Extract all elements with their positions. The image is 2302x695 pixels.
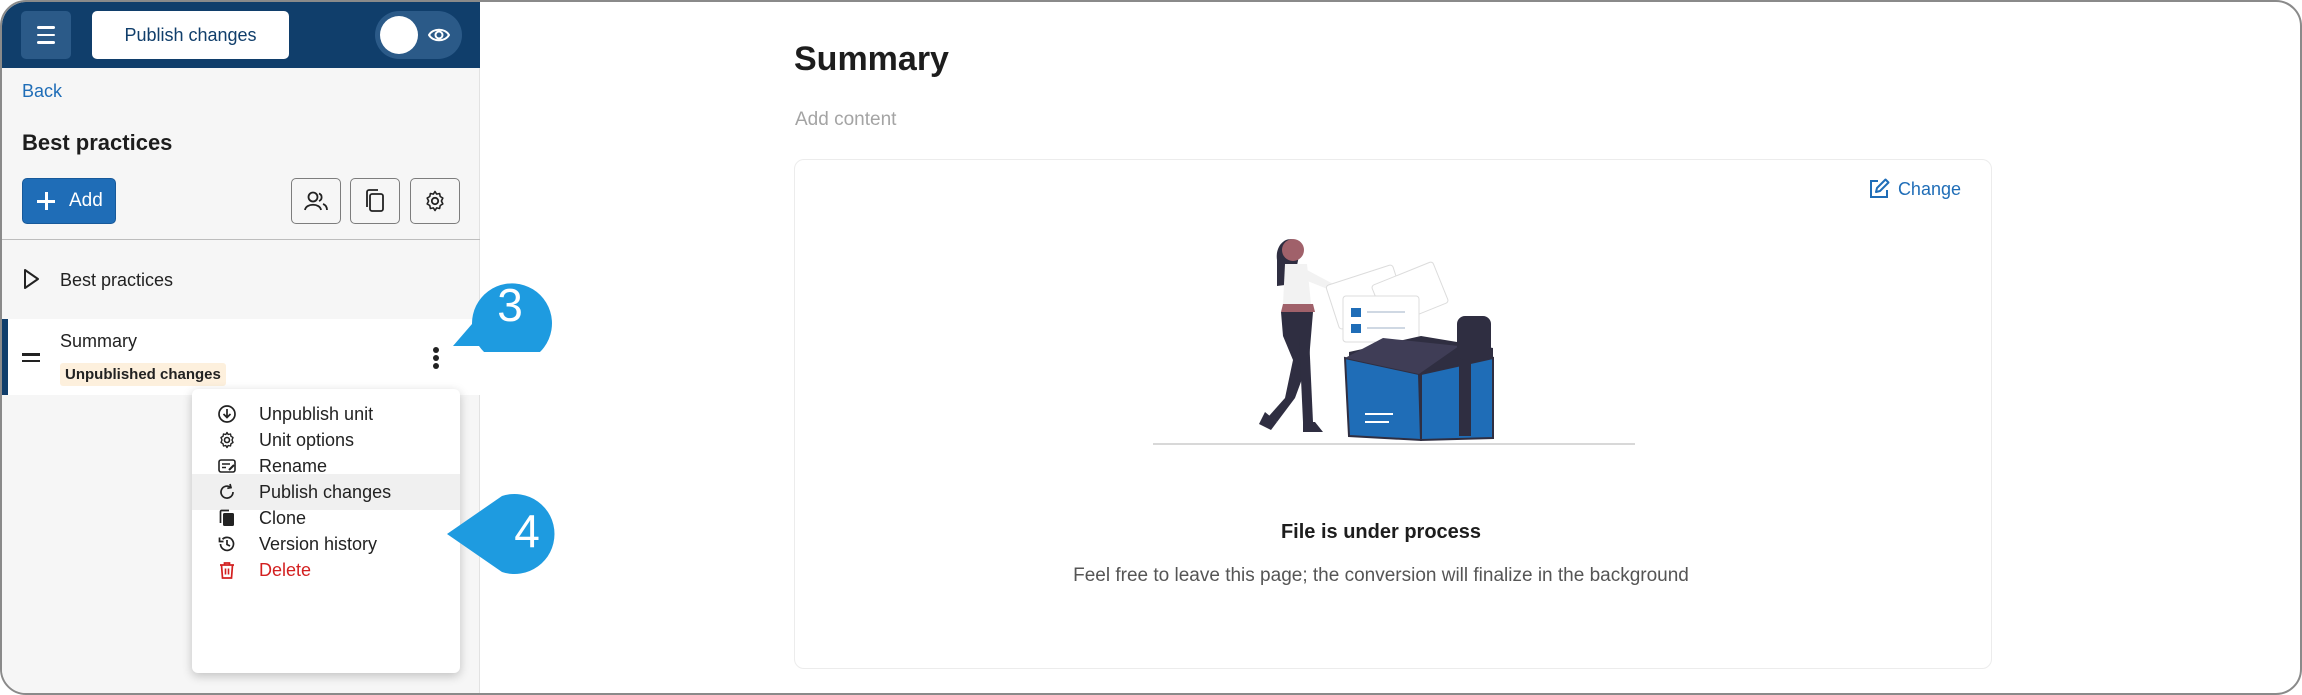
callout-number: 3 (497, 279, 523, 331)
unit-name: Summary (60, 331, 138, 351)
publish-changes-button[interactable]: Publish changes (92, 11, 289, 59)
history-icon (218, 536, 235, 552)
settings-button[interactable] (410, 178, 460, 224)
copy-icon (366, 189, 384, 212)
callout-step-3: 3 (432, 264, 552, 364)
add-content-placeholder[interactable]: Add content (795, 109, 896, 131)
add-button[interactable]: Add (22, 178, 116, 224)
processing-title: File is under process (1280, 521, 1482, 543)
hamburger-menu-button[interactable] (21, 11, 71, 59)
unit-row-summary[interactable]: Summary Unpublished changes (2, 319, 480, 395)
unit-context-menu: Unpublish unit Unit options Rename Publi… (192, 389, 460, 673)
menu-item-delete[interactable]: Delete (192, 552, 460, 588)
change-file-link[interactable]: Change (1868, 178, 1961, 200)
copy-button[interactable] (350, 178, 400, 224)
drag-line (22, 359, 40, 362)
assign-users-button[interactable] (291, 178, 341, 224)
unpublished-badge: Unpublished changes (60, 363, 226, 386)
back-link[interactable]: Back (22, 81, 62, 102)
processing-subtitle: Feel free to leave this page; the conver… (1073, 565, 1689, 586)
file-processing-illustration (1153, 239, 1635, 445)
toggle-knob (380, 16, 418, 54)
hamburger-icon-line (37, 33, 55, 37)
gear-icon (426, 190, 444, 212)
course-title: Best practices (22, 130, 173, 155)
eye-icon (428, 28, 450, 42)
hamburger-icon (37, 26, 55, 29)
tree-item-best-practices[interactable]: Best practices (2, 258, 480, 300)
drag-line (22, 353, 40, 356)
hamburger-icon-line (37, 41, 55, 44)
content-panel: Change File is under process Feel free t… (794, 159, 1992, 669)
refresh-icon (220, 483, 234, 499)
menu-item-label: Delete (259, 559, 312, 580)
active-indicator (2, 319, 8, 395)
download-circle-icon (218, 405, 236, 423)
tree-item-label: Best practices (60, 270, 174, 290)
sidebar-topbar: Publish changes (2, 2, 480, 68)
callout-step-4: 4 (447, 490, 567, 578)
sidebar-divider (2, 239, 480, 240)
copy-icon (219, 509, 234, 526)
edit-icon (1869, 178, 1890, 198)
kebab-dot (433, 355, 439, 361)
gear-icon (220, 431, 234, 449)
app-window: Publish changes Back Best practices Add (0, 0, 2302, 695)
play-icon (24, 269, 39, 289)
preview-toggle[interactable] (375, 11, 462, 59)
drag-handle-icon[interactable] (22, 353, 40, 366)
trash-icon (220, 562, 234, 579)
users-icon (304, 191, 328, 211)
callout-number: 4 (514, 505, 540, 557)
page-title: Summary (794, 40, 949, 78)
plus-icon (37, 192, 55, 210)
kebab-dot (433, 363, 439, 369)
add-button-label: Add (69, 190, 103, 211)
rename-icon (218, 459, 236, 473)
change-label: Change (1897, 178, 1961, 199)
